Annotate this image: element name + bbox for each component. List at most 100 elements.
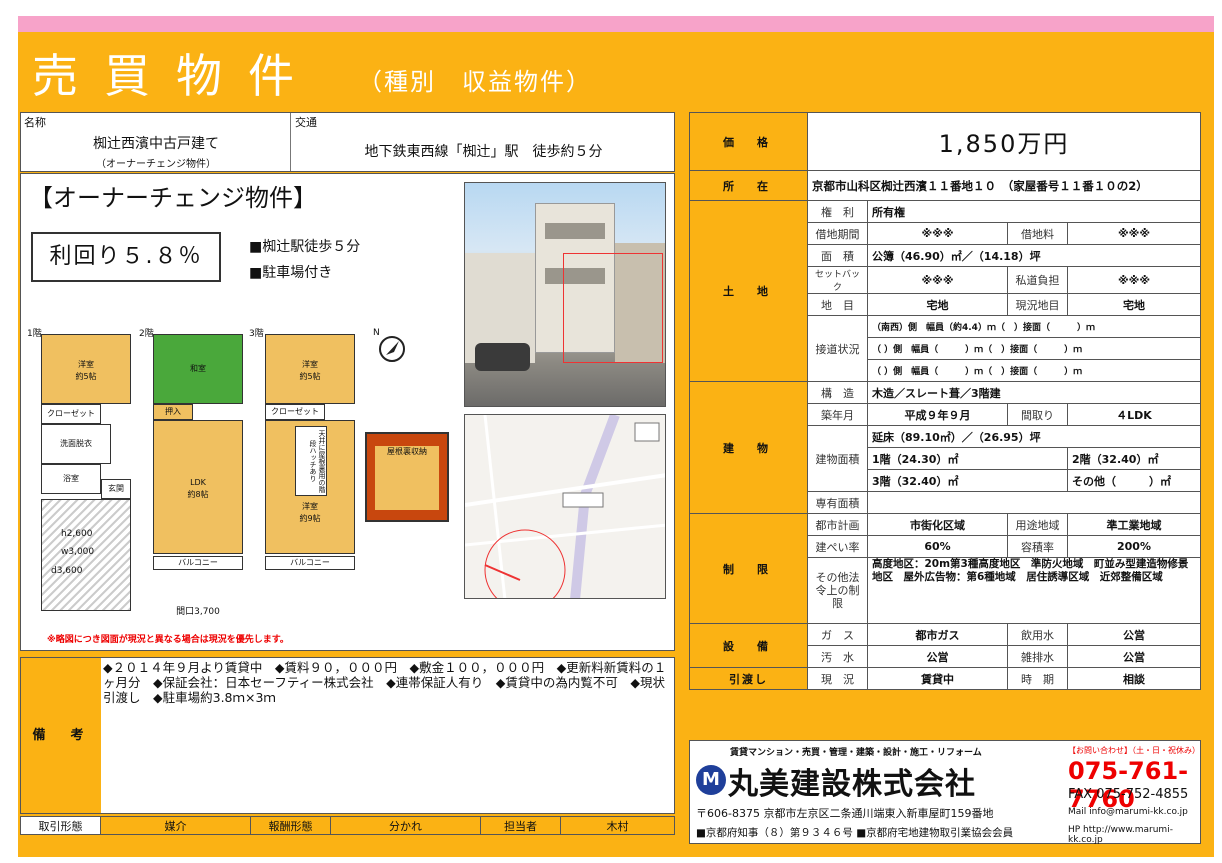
city-plan-label: 都市計画 — [807, 513, 868, 536]
handover-label: 引渡し — [689, 667, 808, 690]
layout-value: ４LDK — [1067, 403, 1201, 426]
sewage-label: 汚 水 — [807, 645, 868, 668]
land-area-label: 面 積 — [807, 244, 868, 267]
header: 売買物件 （種別 収益物件） — [18, 32, 1214, 104]
access-label: 交通 — [295, 116, 317, 129]
building-label: 建 物 — [689, 381, 808, 514]
floor1-closet: クローゼット — [41, 404, 101, 424]
rights-value: 所有権 — [867, 200, 1201, 223]
access-box: 交通 地下鉄東西線「椥辻」駅 徒歩約５分 — [292, 113, 675, 171]
water-label: 飲用水 — [1007, 623, 1068, 646]
page-title: 売買物件 — [32, 49, 320, 103]
name-label: 名称 — [24, 116, 46, 129]
land-area-value: 公簿（46.90）㎡／（14.18）坪 — [867, 244, 1201, 267]
current-category-label: 現況地目 — [1007, 293, 1068, 316]
restriction-label: 制 限 — [689, 513, 808, 624]
contact-note: 【お問い合わせ】（土・日・祝休み） — [1068, 746, 1200, 755]
floor-area-2f: 2階（32.40）㎡ — [1067, 447, 1201, 470]
location-map — [464, 414, 666, 599]
company-mail[interactable]: Mail info@marumi-kk.co.jp — [1068, 807, 1188, 817]
handover-status-value: 賃貸中 — [867, 667, 1008, 690]
bcr-label: 建ぺい率 — [807, 535, 868, 558]
yield-box: 利回り５.８％ — [31, 232, 221, 282]
attic-storage: 屋根裏収納 — [365, 432, 449, 522]
gas-label: ガ ス — [807, 623, 868, 646]
exclusive-area-label: 専有面積 — [807, 491, 868, 514]
location-label: 所 在 — [689, 170, 808, 201]
handover-timing-label: 時 期 — [1007, 667, 1068, 690]
access-value: 地下鉄東西線「椥辻」駅 徒歩約５分 — [364, 144, 603, 160]
current-category-value: 宅地 — [1067, 293, 1201, 316]
top-pink-bar — [18, 16, 1214, 32]
road-access-label: 接道状況 — [807, 315, 868, 382]
built-value: 平成９年９月 — [867, 403, 1008, 426]
bcr-value: 60% — [867, 535, 1008, 558]
setback-value: ※※※ — [867, 266, 1008, 294]
drain-value: 公営 — [1067, 645, 1201, 668]
parking-height: h2,600 — [61, 529, 93, 539]
frontage-width: 間口3,700 — [176, 607, 220, 617]
fee-value: 分かれ — [330, 816, 481, 835]
floor2-oshiire: 押入 — [153, 404, 193, 420]
company-block: 賃貸マンション・売買・管理・建築・設計・施工・リフォーム M 丸美建設株式会社 … — [689, 740, 1201, 845]
floor-area-3f: 3階（32.40）㎡ — [867, 469, 1068, 492]
road-access-3: （ ）側 幅員（ ）ｍ（ ）接面（ ）ｍ — [867, 359, 1201, 382]
page-subtitle: （種別 収益物件） — [358, 68, 592, 96]
water-value: 公営 — [1067, 623, 1201, 646]
transaction-label: 取引形態 — [20, 816, 101, 835]
land-category-label: 地 目 — [807, 293, 868, 316]
parking-width: w3,000 — [61, 547, 95, 557]
lease-fee-value: ※※※ — [1067, 222, 1201, 245]
remarks-label: 備 考 — [21, 658, 101, 813]
drain-label: 雑排水 — [1007, 645, 1068, 668]
floor2-label: 2階 — [139, 329, 154, 339]
price-value: 1,850万円 — [807, 112, 1201, 171]
company-name: 丸美建設株式会社 — [728, 767, 976, 802]
far-value: 200% — [1067, 535, 1201, 558]
floor3-closet: クローゼット — [265, 404, 325, 420]
promo-point-station: ■椥辻駅徒歩５分 — [249, 239, 361, 255]
floor1-washroom: 洗面脱衣 — [41, 424, 111, 464]
floor-area-other: その他（ ）㎡ — [1067, 469, 1201, 492]
remarks-text: ◆２０１４年９月より賃貸中 ◆賃料９０，０００円 ◆敷金１００，０００円 ◆更新… — [103, 660, 667, 705]
private-road-value: ※※※ — [1067, 266, 1201, 294]
floor1-plan: 洋室 約5帖 クローゼット 洗面脱衣 浴室 玄関 h2,600 w3,000 d… — [41, 334, 131, 614]
floor3-room-a: 洋室 約5帖 — [265, 334, 355, 404]
facility-label: 設 備 — [689, 623, 808, 668]
rights-label: 権 利 — [807, 200, 868, 223]
north-label: N — [373, 328, 380, 338]
property-name: 椥辻西濱中古戸建て — [93, 136, 219, 152]
handover-timing-value: 相談 — [1067, 667, 1201, 690]
land-category-value: 宅地 — [867, 293, 1008, 316]
company-address: 〒606-8375 京都市左京区二条通川端東入新車屋町159番地 — [696, 807, 994, 820]
floor1-room-youshitsu: 洋室 約5帖 — [41, 334, 131, 404]
remarks-panel: 備 考 ◆２０１４年９月より賃貸中 ◆賃料９０，０００円 ◆敷金１００，０００円… — [20, 657, 675, 814]
loft-hatch-note: 天井に屋根裏用の階段ハッチあり — [295, 426, 327, 496]
floor-area-total: 延床（89.10㎡）／（26.95）坪 — [867, 425, 1201, 448]
floor1-label: 1階 — [27, 329, 42, 339]
promo-panel: 【オーナーチェンジ物件】 利回り５.８％ ■椥辻駅徒歩５分 ■駐車場付き 1階 … — [20, 173, 675, 651]
company-website[interactable]: HP http://www.marumi-kk.co.jp — [1068, 825, 1200, 845]
floor2-plan: 和室 押入 LDK 約8帖 バルコニー — [153, 334, 243, 574]
exclusive-area-value — [867, 491, 1201, 514]
property-photo — [464, 182, 666, 407]
floor3-balcony: バルコニー — [265, 556, 355, 570]
name-box: 名称 椥辻西濱中古戸建て （オーナーチェンジ物件） — [21, 113, 291, 171]
gas-value: 都市ガス — [867, 623, 1008, 646]
map-graphic — [465, 415, 665, 598]
setback-label: セットバック — [807, 266, 868, 294]
floor2-ldk: LDK 約8帖 — [153, 420, 243, 554]
company-phone[interactable]: 075-761-7760 — [1068, 757, 1200, 813]
north-arrow-icon: N — [373, 328, 407, 362]
name-access-panel: 名称 椥辻西濱中古戸建て （オーナーチェンジ物件） 交通 地下鉄東西線「椥辻」駅… — [20, 112, 675, 172]
lease-fee-label: 借地料 — [1007, 222, 1068, 245]
company-tagline: 賃貸マンション・売買・管理・建築・設計・施工・リフォーム — [730, 748, 982, 758]
floor3-label: 3階 — [249, 329, 264, 339]
attic-label: 屋根裏収納 — [375, 446, 439, 510]
handover-status-label: 現 況 — [807, 667, 868, 690]
company-license: ■京都府知事（８）第９３４６号 ■京都府宅地建物取引業協会会員 — [696, 827, 1014, 839]
company-logo-icon: M — [696, 765, 726, 795]
floorplan-disclaimer: ※略図につき図面が現況と異なる場合は現況を優先します。 — [47, 635, 289, 645]
location-value: 京都市山科区椥辻西濱１１番地１０ （家屋番号１１番１０の2） — [807, 170, 1201, 201]
floor2-balcony: バルコニー — [153, 556, 243, 570]
